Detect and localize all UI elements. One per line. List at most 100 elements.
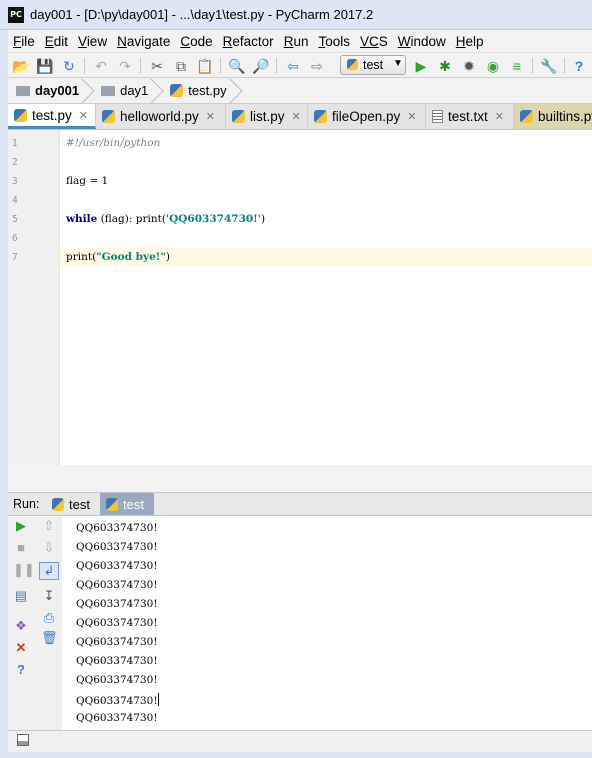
breadcrumb-project[interactable]: day001 [8, 78, 87, 104]
back-icon[interactable]: ⇦ [284, 57, 302, 75]
python-file-icon [170, 84, 184, 97]
cut-icon[interactable]: ✂ [148, 57, 166, 75]
menu-window[interactable]: Window [393, 34, 451, 49]
main-toolbar: 📂 💾 ↻ ↶ ↷ ✂ ⧉ 📋 🔍 🔎 ⇦ ⇨ test ▼ ▶ ✱ ✹ ◉ ≡… [8, 52, 592, 78]
redo-icon[interactable]: ↷ [116, 57, 134, 75]
close-icon[interactable]: ✕ [407, 110, 416, 123]
close-icon[interactable]: ✕ [292, 110, 301, 123]
restore-layout-icon[interactable]: ▤ [13, 588, 29, 604]
menu-run[interactable]: Run [279, 34, 314, 49]
scroll-to-end-icon[interactable]: ↧ [41, 588, 57, 604]
pycharm-logo-icon: PC [8, 7, 24, 23]
menu-navigate[interactable]: Navigate [112, 34, 175, 49]
toolbar-separator [276, 58, 277, 74]
replace-icon[interactable]: 🔎 [252, 57, 270, 75]
close-icon[interactable]: ✕ [495, 110, 504, 123]
python-file-icon [520, 110, 533, 123]
menu-help[interactable]: Help [451, 34, 489, 49]
close-icon[interactable]: ✕ [79, 109, 88, 122]
toolbar-separator [84, 58, 85, 74]
toolbar-separator [532, 58, 533, 74]
python-file-icon [14, 108, 27, 122]
breadcrumb: day001 day1 test.py [8, 78, 592, 104]
pin-tab-icon[interactable]: ❖ [13, 618, 29, 634]
run-configuration-label: test [363, 58, 384, 72]
menu-code[interactable]: Code [175, 34, 217, 49]
tab-helloworld-py[interactable]: helloworld.py ✕ [96, 104, 226, 129]
line-number: 2 [12, 157, 18, 168]
line-number-gutter: 1 2 3 4 5 6 7 [8, 130, 60, 465]
console-line: QQ603374730! [76, 674, 158, 686]
tab-builtins-py[interactable]: builtins.py [514, 104, 592, 129]
text-file-icon [432, 110, 443, 123]
run-configuration-select[interactable]: test ▼ [340, 55, 406, 75]
run-tool-window-header: Run: test test [8, 492, 592, 516]
window-title: day001 - [D:\py\day001] - ...\day1\test.… [30, 7, 374, 22]
help-icon[interactable]: ? [13, 662, 29, 678]
editor-scroll-area [8, 465, 592, 492]
line-number: 4 [12, 195, 18, 206]
code-line-1: #!/usr/bin/python [66, 137, 161, 149]
menu-file[interactable]: File [8, 34, 40, 49]
sync-icon[interactable]: ↻ [60, 57, 78, 75]
breadcrumb-file[interactable]: test.py [156, 78, 234, 104]
paste-icon[interactable]: 📋 [196, 57, 214, 75]
forward-icon[interactable]: ⇨ [308, 57, 326, 75]
toolbar-separator [564, 58, 565, 74]
print-icon[interactable]: ⎙ [41, 610, 57, 626]
text-caret [157, 693, 160, 706]
rerun-icon[interactable]: ▶ [13, 518, 29, 534]
help-icon[interactable]: ? [570, 57, 588, 75]
clear-all-icon[interactable]: 🗑 [41, 630, 58, 646]
python-file-icon [314, 110, 327, 123]
undo-icon[interactable]: ↶ [92, 57, 110, 75]
line-number: 7 [12, 252, 18, 263]
python-file-icon [106, 497, 119, 511]
menu-refactor[interactable]: Refactor [218, 34, 279, 49]
profile-icon[interactable]: ◉ [484, 57, 502, 75]
arrow-down-icon[interactable]: ⇩ [41, 540, 57, 556]
folder-icon [101, 85, 116, 96]
run-console-output[interactable]: QQ603374730! QQ603374730! QQ603374730! Q… [62, 516, 592, 730]
copy-icon[interactable]: ⧉ [172, 57, 190, 75]
python-file-icon [102, 110, 115, 123]
tab-fileopen-py[interactable]: fileOpen.py ✕ [308, 104, 426, 129]
run-tab-test-1[interactable]: test [46, 493, 100, 515]
coverage-icon[interactable]: ✹ [460, 57, 478, 75]
window-frame-bottom [0, 752, 592, 758]
console-line: QQ603374730! [76, 560, 158, 572]
tab-test-py[interactable]: test.py ✕ [8, 104, 96, 129]
open-folder-icon[interactable]: 📂 [12, 57, 30, 75]
python-file-icon [347, 59, 358, 70]
tab-test-txt[interactable]: test.txt ✕ [426, 104, 514, 129]
debug-icon[interactable]: ✱ [436, 57, 454, 75]
line-number: 5 [12, 214, 18, 225]
menu-tools[interactable]: Tools [313, 34, 355, 49]
tab-list-py[interactable]: list.py ✕ [226, 104, 308, 129]
code-editor[interactable]: 1 2 3 4 5 6 7 #!/usr/bin/python flag = 1… [8, 130, 592, 465]
menu-edit[interactable]: Edit [40, 34, 73, 49]
close-icon[interactable]: ✕ [206, 110, 215, 123]
arrow-up-icon[interactable]: ⇧ [41, 518, 57, 534]
string-literal: 'QQ603374730!' [165, 213, 262, 225]
toolbar-separator [140, 58, 141, 74]
settings-icon[interactable]: 🔧 [540, 57, 558, 75]
menu-view[interactable]: View [73, 34, 112, 49]
soft-wrap-icon[interactable]: ↲ [39, 562, 59, 580]
breadcrumb-folder[interactable]: day1 [87, 78, 156, 104]
save-icon[interactable]: 💾 [36, 57, 54, 75]
toolbar-separator [220, 58, 221, 74]
pause-icon[interactable]: ❚❚ [13, 562, 35, 578]
concurrency-icon[interactable]: ≡ [508, 57, 526, 75]
stop-icon[interactable]: ■ [13, 540, 29, 556]
close-icon[interactable]: ✕ [13, 640, 29, 656]
run-icon[interactable]: ▶ [412, 57, 430, 75]
console-line: QQ603374730! [76, 636, 158, 648]
tool-window-toggle-icon[interactable] [17, 734, 29, 746]
console-line: QQ603374730! [76, 541, 158, 553]
run-tab-test-2[interactable]: test [100, 493, 154, 515]
title-bar: PC day001 - [D:\py\day001] - ...\day1\te… [0, 0, 592, 30]
find-icon[interactable]: 🔍 [228, 57, 246, 75]
menu-vcs[interactable]: VCS [355, 34, 393, 49]
console-line: QQ603374730! [76, 712, 158, 724]
